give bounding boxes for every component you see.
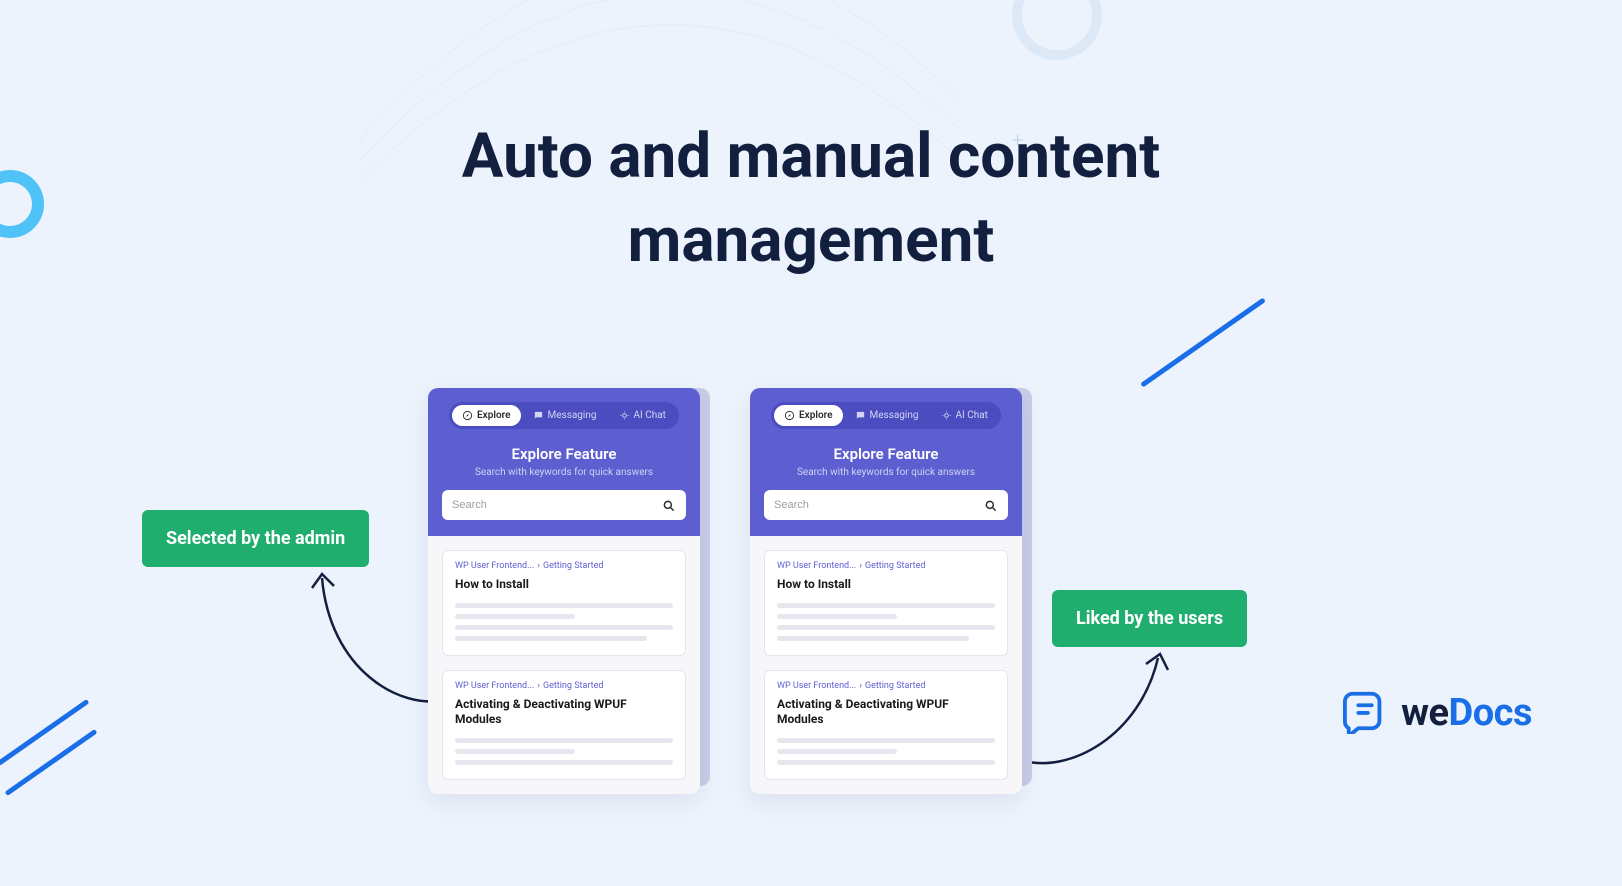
widget-tabs: Explore Messaging AI Chat (449, 402, 679, 429)
search-input[interactable] (774, 499, 984, 511)
breadcrumb-part: Getting Started (865, 561, 925, 571)
decorative-ring-blue (0, 170, 44, 238)
widget-pair: Explore Messaging AI Chat (428, 388, 1022, 794)
search-icon (662, 498, 676, 512)
widget-header: Explore Messaging AI Chat (428, 388, 700, 536)
tab-messaging[interactable]: Messaging (845, 405, 929, 426)
page-headline: Auto and manual content management (361, 115, 1261, 282)
skeleton-lines (455, 738, 673, 765)
tab-label: Messaging (548, 410, 597, 421)
result-card[interactable]: WP User Frontend...›Getting Started How … (764, 550, 1008, 656)
breadcrumb: WP User Frontend...›Getting Started (777, 561, 995, 571)
brand-prefix: we (1401, 691, 1448, 735)
result-title: Activating & Deactivating WPUF Modules (455, 697, 673, 728)
breadcrumb-part: Getting Started (543, 681, 603, 691)
breadcrumb-part: WP User Frontend... (777, 681, 856, 691)
brand-suffix: Docs (1449, 691, 1532, 735)
wedocs-icon (1343, 688, 1389, 738)
tab-label: Messaging (870, 410, 919, 421)
search-icon (984, 498, 998, 512)
result-card[interactable]: WP User Frontend...›Getting Started How … (442, 550, 686, 656)
tab-explore[interactable]: Explore (774, 405, 842, 426)
decorative-line (1140, 297, 1266, 387)
tab-label: Explore (799, 410, 832, 421)
badge-selected-by-admin: Selected by the admin (142, 510, 369, 567)
brand-text: weDocs (1401, 691, 1532, 735)
breadcrumb: WP User Frontend...›Getting Started (455, 681, 673, 691)
result-title: How to Install (455, 577, 673, 593)
sparkle-icon (619, 410, 630, 421)
brand-logo: weDocs (1343, 688, 1532, 738)
breadcrumb-part: Getting Started (865, 681, 925, 691)
widget-tabs: Explore Messaging AI Chat (771, 402, 1001, 429)
widget-header: Explore Messaging AI Chat (750, 388, 1022, 536)
tab-ai-chat[interactable]: AI Chat (931, 405, 998, 426)
search-row (442, 490, 686, 520)
sparkle-icon (941, 410, 952, 421)
compass-icon (462, 410, 473, 421)
breadcrumb-part: WP User Frontend... (455, 681, 534, 691)
breadcrumb: WP User Frontend...›Getting Started (455, 561, 673, 571)
tab-explore[interactable]: Explore (452, 405, 520, 426)
chat-icon (533, 410, 544, 421)
chat-icon (855, 410, 866, 421)
badge-liked-by-users: Liked by the users (1052, 590, 1247, 647)
skeleton-lines (777, 603, 995, 641)
widget-subtitle: Search with keywords for quick answers (475, 467, 653, 478)
breadcrumb-part: WP User Frontend... (455, 561, 534, 571)
arrow-widget-to-users (1010, 640, 1180, 780)
result-title: How to Install (777, 577, 995, 593)
tab-label: Explore (477, 410, 510, 421)
widget-title: Explore Feature (834, 445, 939, 463)
skeleton-lines (777, 738, 995, 765)
tab-label: AI Chat (956, 410, 988, 421)
result-title: Activating & Deactivating WPUF Modules (777, 697, 995, 728)
widget-body: WP User Frontend...›Getting Started How … (750, 536, 1022, 794)
decorative-line (5, 729, 98, 796)
decorative-ring-light (1012, 0, 1102, 60)
widget-admin: Explore Messaging AI Chat (428, 388, 700, 794)
breadcrumb-part: WP User Frontend... (777, 561, 856, 571)
widget-title: Explore Feature (512, 445, 617, 463)
tab-messaging[interactable]: Messaging (523, 405, 607, 426)
search-input[interactable] (452, 499, 662, 511)
breadcrumb: WP User Frontend...›Getting Started (777, 681, 995, 691)
result-card[interactable]: WP User Frontend...›Getting Started Acti… (764, 670, 1008, 780)
tab-label: AI Chat (634, 410, 666, 421)
decorative-line (0, 699, 89, 766)
breadcrumb-part: Getting Started (543, 561, 603, 571)
widget-subtitle: Search with keywords for quick answers (797, 467, 975, 478)
compass-icon (784, 410, 795, 421)
widget-users: Explore Messaging AI Chat (750, 388, 1022, 794)
search-row (764, 490, 1008, 520)
tab-ai-chat[interactable]: AI Chat (609, 405, 676, 426)
result-card[interactable]: WP User Frontend...›Getting Started Acti… (442, 670, 686, 780)
widget-body: WP User Frontend...›Getting Started How … (428, 536, 700, 794)
skeleton-lines (455, 603, 673, 641)
